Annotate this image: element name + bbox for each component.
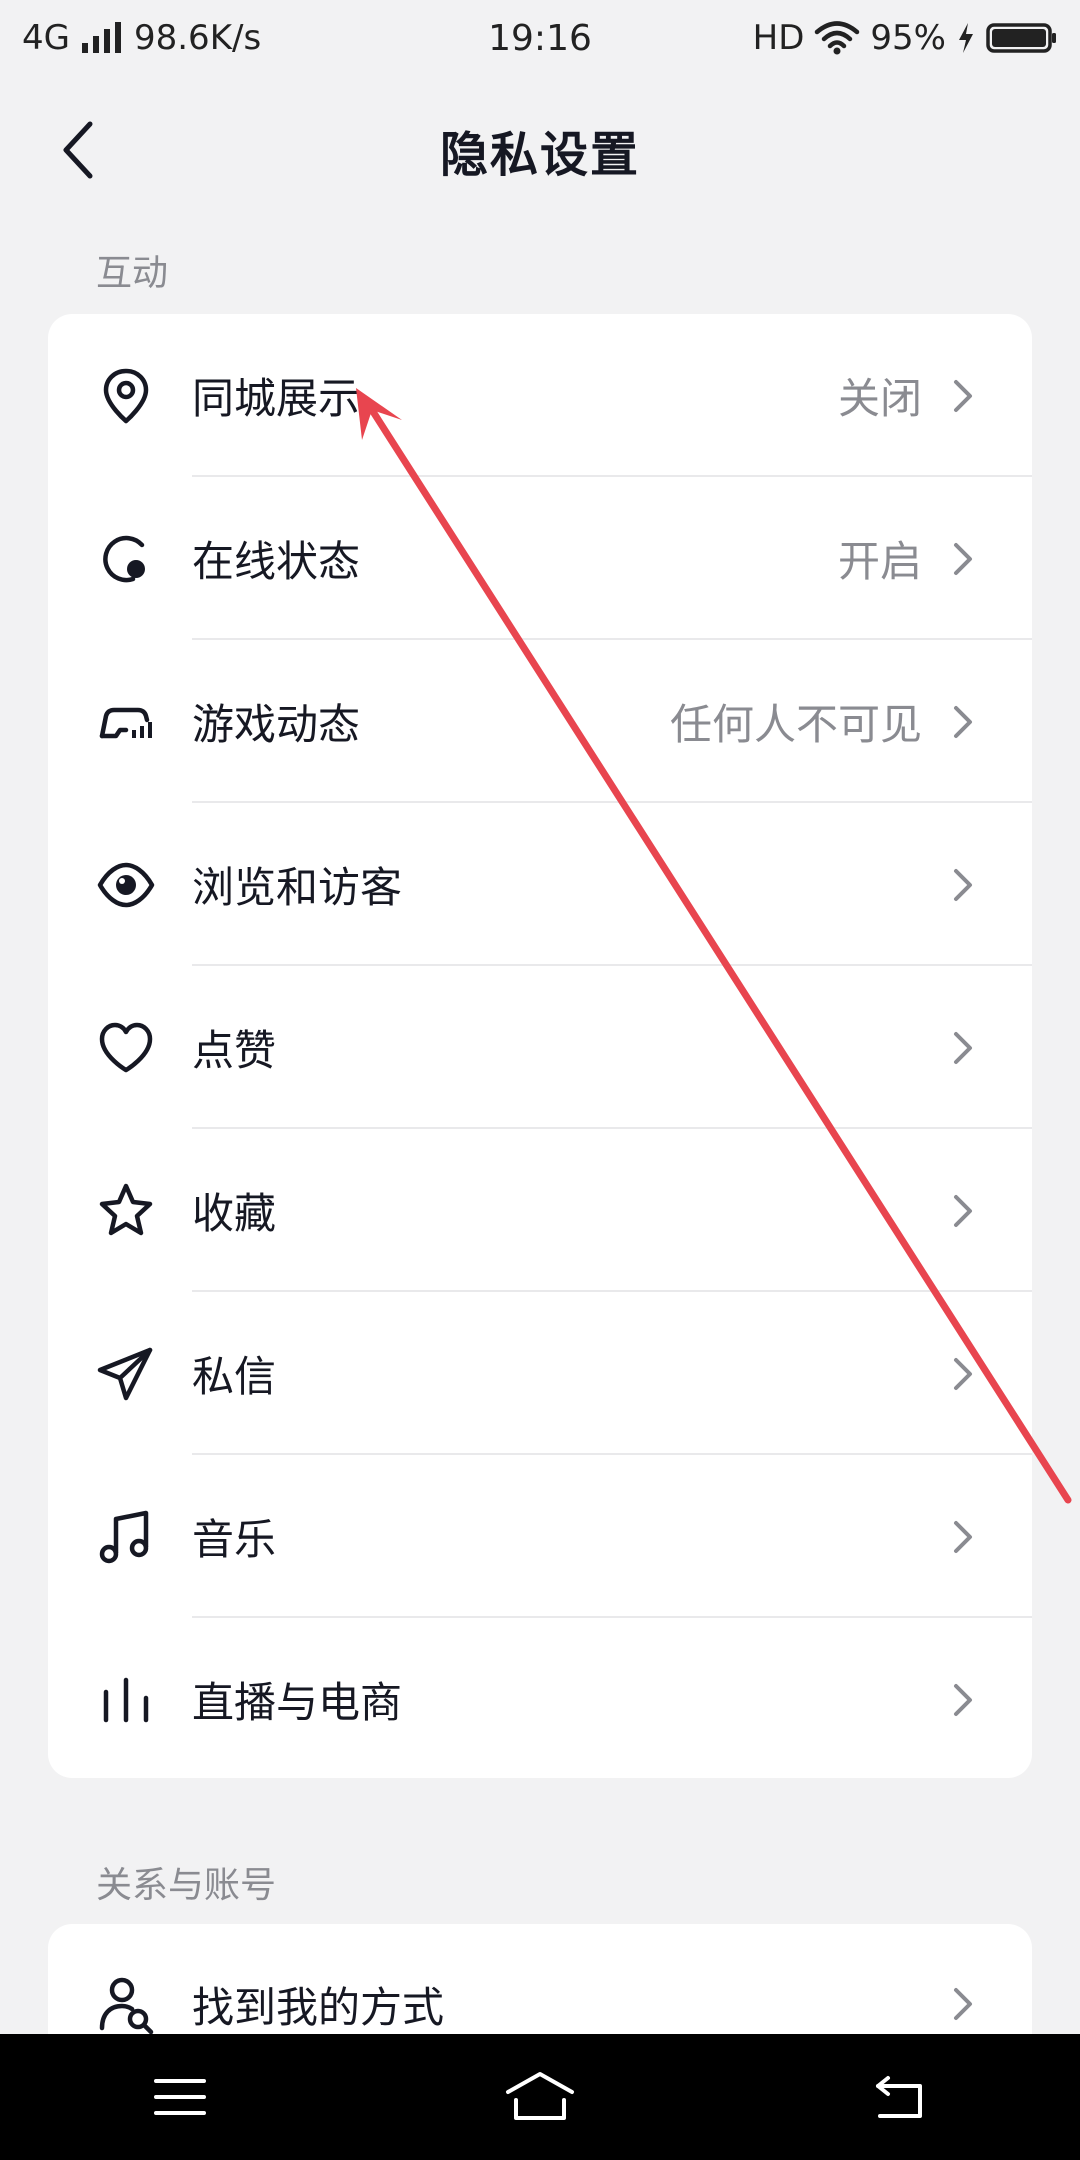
live-bars-icon xyxy=(103,1677,149,1722)
settings-row-direct-messages[interactable]: 私信 xyxy=(48,1292,1032,1455)
chevron-right-icon xyxy=(954,705,972,738)
settings-row-music[interactable]: 音乐 xyxy=(48,1455,1032,1618)
section-label-relationship-account: 关系与账号 xyxy=(96,1865,277,1906)
battery-percent: 95% xyxy=(870,18,946,58)
music-note-icon xyxy=(99,1510,149,1563)
page-title: 隐私设置 xyxy=(439,127,640,183)
navigation-bar: 隐私设置 xyxy=(0,100,1080,200)
row-label: 音乐 xyxy=(192,1515,277,1564)
row-label: 找到我的方式 xyxy=(192,1982,445,2032)
row-label: 同城展示 xyxy=(192,374,361,423)
row-label: 点赞 xyxy=(192,1026,277,1075)
charging-icon xyxy=(959,23,973,53)
return-icon xyxy=(876,2076,922,2118)
row-label: 浏览和访客 xyxy=(192,863,403,912)
gamepad-icon xyxy=(99,707,152,738)
settings-row-views-visitors[interactable]: 浏览和访客 xyxy=(48,803,1032,966)
home-icon xyxy=(506,2072,574,2120)
heart-icon xyxy=(99,1022,153,1072)
row-label: 收藏 xyxy=(192,1189,277,1238)
star-icon xyxy=(99,1183,153,1235)
menu-button[interactable] xyxy=(120,2057,240,2137)
signal-icon xyxy=(81,22,121,53)
home-button[interactable] xyxy=(480,2057,600,2137)
location-pin-icon xyxy=(103,368,149,423)
find-user-icon xyxy=(99,1977,154,2034)
settings-row-likes[interactable]: 点赞 xyxy=(48,966,1032,1129)
chevron-right-icon xyxy=(954,1520,972,1553)
online-status-icon xyxy=(103,535,145,582)
settings-row-game-activity[interactable]: 游戏动态 任何人不可见 xyxy=(48,640,1032,803)
status-right: HD 95% xyxy=(753,18,1058,58)
eye-icon xyxy=(97,862,155,907)
chevron-right-icon xyxy=(954,868,972,901)
settings-row-local-display[interactable]: 同城展示 关闭 xyxy=(48,314,1032,477)
status-left: 4G 98.6K/s xyxy=(22,18,261,58)
chevron-right-icon xyxy=(954,1357,972,1390)
wifi-icon xyxy=(815,21,860,55)
network-speed: 98.6K/s xyxy=(133,18,262,58)
row-label: 私信 xyxy=(192,1352,277,1401)
hd-badge: HD xyxy=(752,18,805,58)
network-type: 4G xyxy=(22,18,70,58)
row-label: 在线状态 xyxy=(192,537,361,586)
row-value: 关闭 xyxy=(837,374,922,423)
paper-plane-icon xyxy=(97,1347,153,1400)
chevron-right-icon xyxy=(954,379,972,412)
privacy-settings-screen: 4G 98.6K/s 19:16 HD 95% 隐私设置 互动 同城展示 关闭 … xyxy=(0,0,1080,2160)
chevron-left-icon xyxy=(63,121,93,179)
back-system-button[interactable] xyxy=(840,2057,960,2137)
row-value: 任何人不可见 xyxy=(669,700,922,749)
system-navigation-bar xyxy=(0,2034,1080,2160)
chevron-right-icon xyxy=(954,542,972,575)
chevron-right-icon xyxy=(954,1683,972,1716)
settings-row-online-status[interactable]: 在线状态 开启 xyxy=(48,477,1032,640)
battery-icon xyxy=(986,23,1056,53)
row-value: 开启 xyxy=(837,537,922,586)
chevron-right-icon xyxy=(954,1031,972,1064)
interaction-settings-card: 同城展示 关闭 在线状态 开启 游戏动态 任何人不可见 浏览和访客 点赞 收藏 … xyxy=(48,314,1032,1778)
section-label-interaction: 互动 xyxy=(96,253,169,294)
chevron-right-icon xyxy=(954,1988,972,2020)
back-button[interactable] xyxy=(46,118,110,182)
row-label: 游戏动态 xyxy=(192,700,361,749)
settings-row-live-commerce[interactable]: 直播与电商 xyxy=(48,1618,1032,1778)
status-bar: 4G 98.6K/s 19:16 HD 95% xyxy=(0,0,1080,76)
menu-icon xyxy=(154,2079,206,2115)
row-label: 直播与电商 xyxy=(192,1678,403,1727)
chevron-right-icon xyxy=(954,1194,972,1227)
settings-row-favorites[interactable]: 收藏 xyxy=(48,1129,1032,1292)
